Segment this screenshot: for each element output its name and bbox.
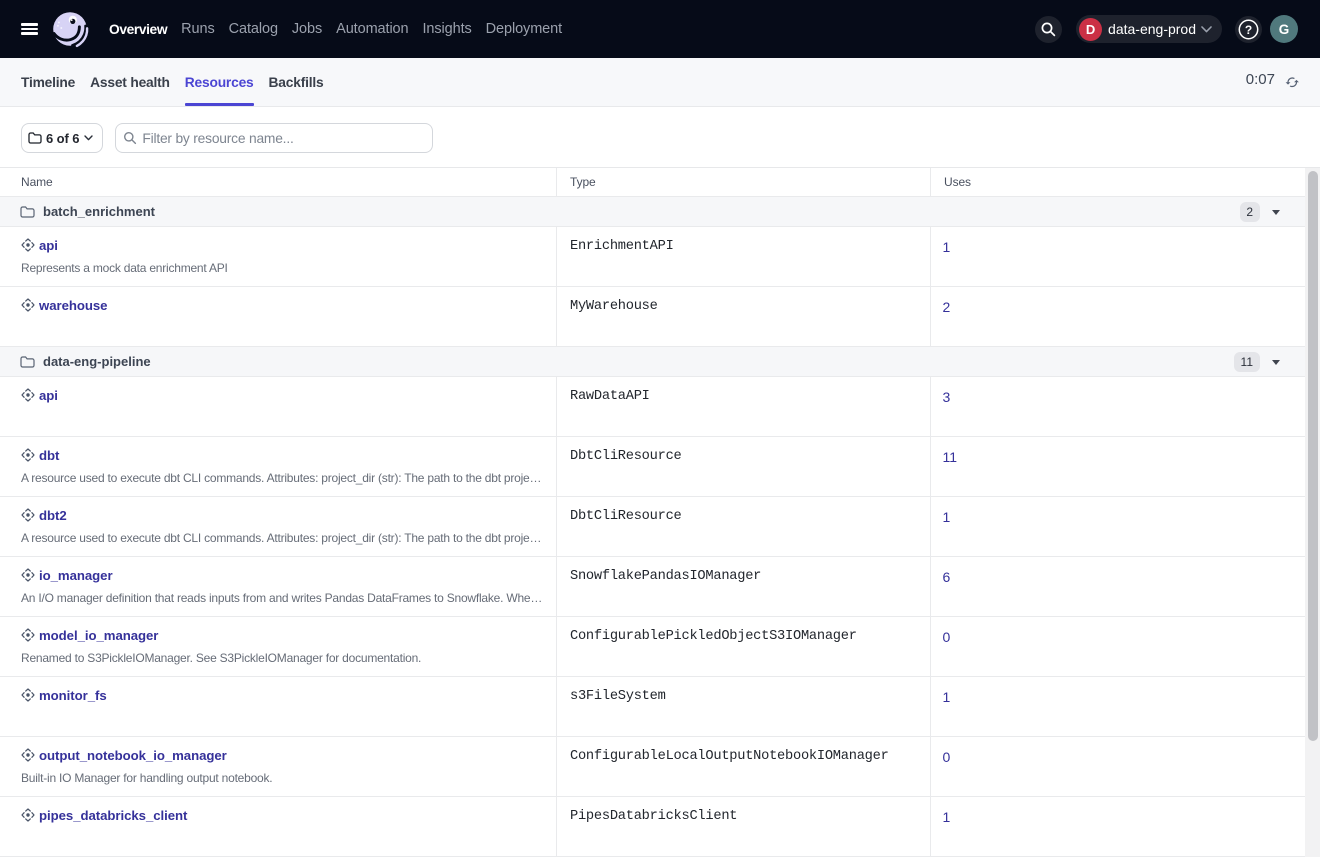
svg-text:?: ? [1245, 22, 1252, 36]
